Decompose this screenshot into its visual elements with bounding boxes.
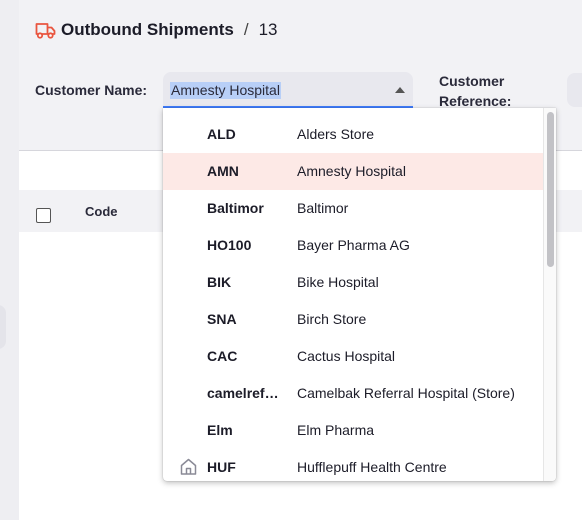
dropdown-option[interactable]: AMN Amnesty Hospital	[163, 153, 543, 190]
dropdown-option-name: Hufflepuff Health Centre	[297, 459, 447, 475]
dropdown-option[interactable]: HUF Hufflepuff Health Centre	[163, 449, 543, 481]
dropdown-option[interactable]: HO100 Bayer Pharma AG	[163, 227, 543, 264]
customer-name-input-value[interactable]: Amnesty Hospital	[170, 82, 281, 99]
dropdown-options: ALD Alders Store AMN Amnesty Hospital Baltim…	[163, 116, 543, 481]
select-all-checkbox[interactable]	[36, 208, 51, 223]
dropdown-option-name: Elm Pharma	[297, 422, 375, 438]
dropdown-option-name: Alders Store	[297, 126, 375, 142]
customer-reference-label: Customer Reference:	[439, 73, 512, 109]
dropdown-option[interactable]: Elm Elm Pharma	[163, 412, 543, 449]
dropdown-option-name: Bike Hospital	[297, 274, 379, 290]
dropdown-option[interactable]: CAC Cactus Hospital	[163, 338, 543, 375]
dropdown-option[interactable]: SNA Birch Store	[163, 301, 543, 338]
dropdown-option[interactable]: BIK Bike Hospital	[163, 264, 543, 301]
breadcrumb-separator: /	[243, 20, 249, 39]
home-icon	[180, 458, 197, 475]
dropdown-option-code: AMN	[207, 163, 239, 179]
dropdown-option-code: ALD	[207, 126, 236, 142]
chevron-up-icon[interactable]	[395, 87, 405, 93]
dropdown-option-code: Baltimor	[207, 200, 264, 216]
dropdown-option-name: Baltimor	[297, 200, 349, 216]
side-panel-strip	[0, 0, 19, 520]
customer-dropdown-list: ALD Alders Store AMN Amnesty Hospital Baltim…	[163, 108, 556, 481]
dropdown-option-name: Birch Store	[297, 311, 367, 327]
breadcrumb-current-number: 13	[258, 20, 278, 39]
dropdown-option-code: camelref…	[207, 385, 279, 401]
dropdown-option-name: Bayer Pharma AG	[297, 237, 410, 253]
dropdown-option-name: Camelbak Referral Hospital (Store)	[297, 385, 515, 401]
dropdown-option-code: BIK	[207, 274, 232, 290]
dropdown-option-code: HO100	[207, 237, 252, 253]
dropdown-option-code: SNA	[207, 311, 237, 327]
dropdown-option-name: Cactus Hospital	[297, 348, 396, 364]
customer-name-label: Customer Name:	[35, 82, 148, 98]
breadcrumb-link-outbound-shipments[interactable]: Outbound Shipments	[61, 20, 234, 40]
breadcrumb: Outbound Shipments / 13	[35, 19, 277, 41]
column-header-code[interactable]: Code	[85, 204, 118, 219]
dropdown-scrollbar-thumb[interactable]	[547, 112, 554, 267]
dropdown-option[interactable]: camelref… Camelbak Referral Hospital (Sto…	[163, 375, 543, 412]
side-panel-toggle[interactable]	[0, 305, 6, 349]
customer-reference-input[interactable]	[567, 73, 582, 107]
dropdown-option[interactable]: Baltimor Baltimor	[163, 190, 543, 227]
truck-icon	[35, 23, 56, 39]
dropdown-option-name: Amnesty Hospital	[297, 163, 406, 179]
customer-name-combobox[interactable]: Amnesty Hospital	[163, 72, 413, 108]
dropdown-option-code: HUF	[207, 459, 236, 475]
dropdown-option-code: Elm	[207, 422, 233, 438]
dropdown-scrollbar[interactable]	[543, 108, 556, 481]
dropdown-option[interactable]: ALD Alders Store	[163, 116, 543, 153]
dropdown-option-code: CAC	[207, 348, 238, 364]
